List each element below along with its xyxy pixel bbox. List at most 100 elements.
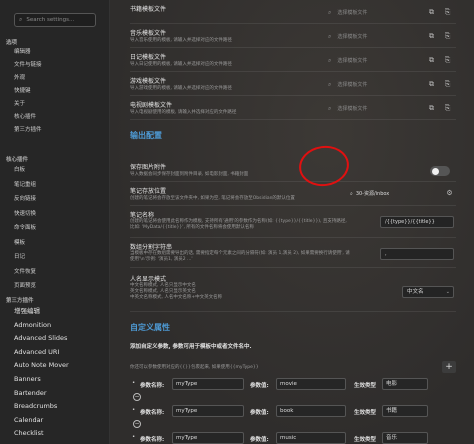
template-desc: 导入日记使用的模板, 请输入并选择对应的文件路径 [130,62,232,67]
param-name-label: 参数名称: [140,410,165,416]
sidebar-item[interactable]: 文件恢复 [14,268,104,277]
toggle-knob [432,167,439,175]
sidebar-item[interactable]: 模板 [14,239,104,248]
param-value-input[interactable]: book [276,405,346,417]
sidebar-item[interactable]: 日记 [14,253,104,262]
template-desc: 导入游戏使用的模板, 请输入并选择对应的文件路径 [130,86,232,91]
sidebar-item[interactable]: Bartender [14,389,104,398]
note-name-desc: 创建的笔记将会使用此名称作为模板, 支持所有'通用'的参数作为名称(如: {{t… [130,219,347,230]
sidebar-item[interactable]: Banners [14,375,104,384]
param-value-label: 参数值: [250,383,269,389]
settings-sidebar: ⌕ Search settings... 选项 编辑器 文件与链接 外观 快捷键 关于核… [0,0,110,444]
search-input[interactable]: ⌕ Search settings... [14,13,96,27]
param-type-dropdown[interactable]: 音乐 [382,432,428,444]
sidebar-item[interactable]: 命令面板 [14,224,104,233]
separator-desc: 当模板中存在数组需要导出的话, 需要指定每个元素之间的分隔符(如: 演员 1,演… [130,251,350,262]
custom-param-row: • 参数名称: myType 参数值: movie 生效类型 电影 [130,378,456,392]
param-type-label: 生效类型 [354,437,377,443]
template-desc: 导入电视剧使用的模板, 请输入并选择对应的文件路径 [130,110,237,115]
sidebar-item[interactable]: Auto Note Mover [14,361,104,370]
sidebar-item[interactable]: 外观 [14,74,104,83]
sidebar-item[interactable]: 页面预览 [14,282,104,291]
sidebar-item[interactable]: 反向链接 [14,195,104,204]
copy-file-icon[interactable]: ⎘ [443,56,452,65]
sidebar-item[interactable]: 编辑器 [14,48,104,57]
note-name-setting: 笔记名称 创建的笔记将会使用此名称作为模板, 支持所有'通用'的参数作为名称(如… [130,208,456,238]
note-name-input[interactable]: /{{type}}/{{title}} [380,216,454,228]
template-placeholder: 选择模板文件 [337,10,368,16]
copy-icon[interactable]: ⧉ [427,8,436,17]
note-location-desc: 创建的笔记将会存放至该文件夹中, 如果为空, 笔记将会存放至Obsidian的默… [130,196,295,201]
param-value-input[interactable]: movie [276,378,346,390]
sidebar-item[interactable]: Advanced URI [14,348,104,357]
template-file-input[interactable]: ⌕ 选择模板文件 [328,31,416,42]
template-file-input[interactable]: ⌕ 选择模板文件 [328,7,416,18]
search-icon: ⌕ [328,104,332,112]
param-value-input[interactable]: music [276,432,346,444]
template-file-setting: 游戏模板文件 导入游戏使用的模板, 请输入并选择对应的文件路径 ⌕ 选择模板文件 ⧉ ⎘ [130,74,456,96]
template-placeholder: 选择模板文件 [337,58,368,64]
template-file-input[interactable]: ⌕ 选择模板文件 [328,79,416,90]
template-title: 日记模板文件 [130,54,167,61]
note-location-input[interactable]: ⌕ 30-资源/inbox [350,190,430,197]
sidebar-item[interactable]: 核心插件 [14,113,104,122]
sidebar-item[interactable]: 文件与链接 [14,61,104,70]
sidebar-item[interactable]: Advanced Slides [14,334,104,343]
sidebar-item[interactable]: Admonition [14,321,104,330]
param-type-label: 生效类型 [354,383,377,389]
remove-param-icon[interactable]: − [133,393,141,401]
save-image-toggle[interactable] [430,166,450,176]
custom-param-row: • 参数名称: myType 参数值: music 生效类型 音乐 [130,432,456,444]
person-mode-setting: 人名显示模式 中文名称模式, 人名只显示中文名 英文名称模式, 人名只显示英文名… [130,272,456,312]
copy-file-icon[interactable]: ⎘ [443,80,452,89]
search-icon: ⌕ [350,191,353,197]
copy-icon[interactable]: ⧉ [427,104,436,113]
sidebar-item[interactable]: Breadcrumbs [14,402,104,411]
copy-file-icon[interactable]: ⎘ [443,32,452,41]
template-file-setting: 书籍模板文件 ⌕ 选择模板文件 ⧉ ⎘ [130,2,456,24]
template-title: 游戏模板文件 [130,78,167,85]
note-name-title: 笔记名称 [130,212,155,219]
sidebar-item[interactable]: 快速切换 [14,210,104,219]
template-placeholder: 选择模板文件 [337,106,368,112]
person-mode-dropdown[interactable]: 中文名 ⌄ [402,286,454,298]
note-location-value: 30-资源/inbox [355,191,390,197]
copy-file-icon[interactable]: ⎘ [443,104,452,113]
copy-icon[interactable]: ⧉ [427,80,436,89]
sidebar-item[interactable]: Checklist [14,429,104,438]
settings-gear-icon[interactable]: ⚙ [445,189,454,198]
param-name-input[interactable]: myType [172,432,244,444]
remove-param-icon[interactable]: − [133,420,141,428]
output-section-heading: 输出配置 [130,131,162,140]
template-file-input[interactable]: ⌕ 选择模板文件 [328,103,416,114]
param-name-input[interactable]: myType [172,378,244,390]
copy-icon[interactable]: ⧉ [427,56,436,65]
add-param-button[interactable]: + [442,361,456,373]
search-icon: ⌕ [328,56,332,64]
search-icon: ⌕ [328,8,332,16]
sidebar-item[interactable]: 第三方插件 [14,126,104,135]
sidebar-item[interactable]: 关于 [14,100,104,109]
search-placeholder: Search settings... [26,17,75,23]
sidebar-item[interactable]: 快捷键 [14,87,104,96]
separator-title: 数组分割字符串 [130,244,173,251]
param-name-input[interactable]: myType [172,405,244,417]
copy-file-icon[interactable]: ⎘ [443,8,452,17]
sidebar-item[interactable]: 增强编辑 [14,307,104,316]
template-file-input[interactable]: ⌕ 选择模板文件 [328,55,416,66]
copy-icon[interactable]: ⧉ [427,32,436,41]
template-desc: 导入音乐使用的模板, 请输入并选择对应的文件路径 [130,38,232,43]
custom-section-heading: 自定义属性 [130,323,170,332]
param-type-label: 生效类型 [354,410,377,416]
template-title: 书籍模板文件 [130,6,167,13]
sidebar-item[interactable]: 笔记重组 [14,181,104,190]
separator-input[interactable]: , [380,248,454,260]
template-placeholder: 选择模板文件 [337,82,368,88]
bullet: • [132,380,136,386]
param-type-dropdown[interactable]: 书籍 [382,405,428,417]
sidebar-item[interactable]: 白板 [14,166,104,175]
bullet: • [132,407,136,413]
sidebar-item[interactable]: Calendar [14,416,104,425]
param-name-label: 参数名称: [140,383,165,389]
param-type-dropdown[interactable]: 电影 [382,378,428,390]
